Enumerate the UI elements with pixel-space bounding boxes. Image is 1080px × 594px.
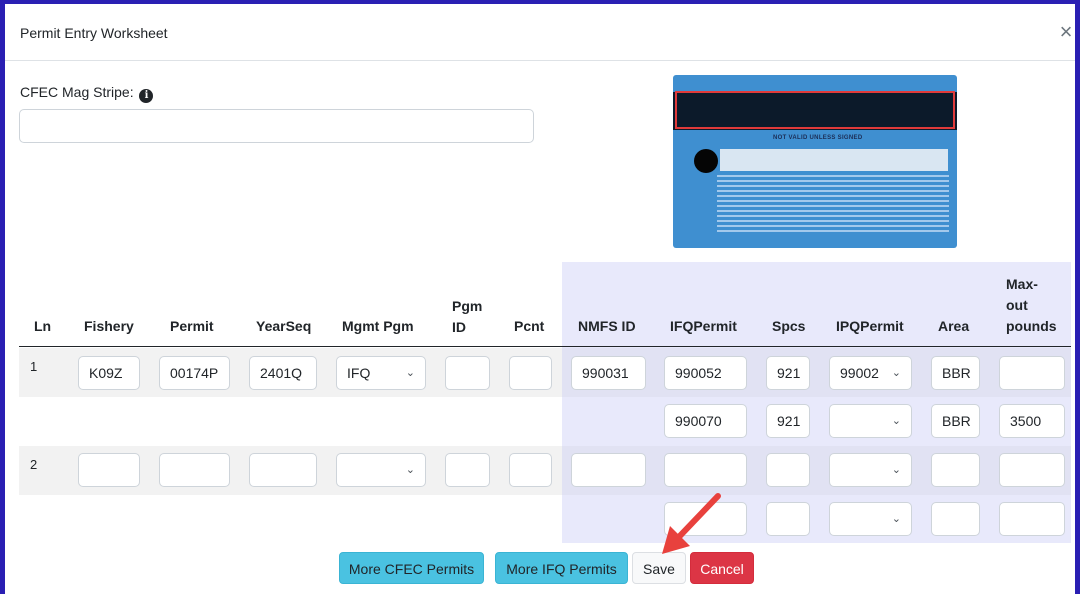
row-1b-spcs-input[interactable]: 921 <box>766 404 810 438</box>
col-fishery: Fishery <box>84 318 134 334</box>
row-2-yearseq-input[interactable] <box>249 453 317 487</box>
row-2b-spcs-input[interactable] <box>766 502 810 536</box>
row-1-pgm-id-input[interactable] <box>445 356 490 390</box>
col-ifqpermit: IFQPermit <box>670 318 737 334</box>
row-1-ifqpermit-input[interactable]: 990052 <box>664 356 747 390</box>
col-pgm-id-line1: Pgm <box>452 298 483 314</box>
row-1-ipqpermit-select[interactable]: 99002 ⌄ <box>829 356 912 390</box>
row-1-ln: 1 <box>30 359 38 374</box>
row-2-mgmt-pgm-select[interactable]: ⌄ <box>336 453 426 487</box>
row-2b-ifqpermit-input[interactable] <box>664 502 747 536</box>
chevron-down-icon: ⌄ <box>891 415 901 427</box>
close-icon[interactable]: × <box>1055 21 1077 43</box>
col-maxout: Max- out pounds <box>1006 274 1057 337</box>
row-2-pcnt-input[interactable] <box>509 453 552 487</box>
row-1-permit-input[interactable]: 00174P <box>159 356 230 390</box>
row-1-spcs-input[interactable]: 921 <box>766 356 810 390</box>
modal-header: Permit Entry Worksheet × <box>5 4 1075 61</box>
row-2-ln: 2 <box>30 457 38 472</box>
header-divider <box>19 346 1071 347</box>
row-1b-maxout-input[interactable]: 3500 <box>999 404 1065 438</box>
info-icon[interactable]: i <box>139 89 154 103</box>
signature-strip <box>720 149 948 171</box>
row-2-area-input[interactable] <box>931 453 980 487</box>
row-2b-maxout-input[interactable] <box>999 502 1065 536</box>
mag-stripe-label-text: CFEC Mag Stripe: <box>20 84 134 100</box>
row-1b-ifqpermit-input[interactable]: 990070 <box>664 404 747 438</box>
row-1-pcnt-input[interactable] <box>509 356 552 390</box>
col-permit: Permit <box>170 318 214 334</box>
card-hole <box>694 149 718 173</box>
chevron-down-icon: ⌄ <box>891 464 901 476</box>
col-ln: Ln <box>34 318 52 334</box>
mag-stripe-input[interactable] <box>19 109 534 143</box>
row-2-spcs-input[interactable] <box>766 453 810 487</box>
row-1b-area-input[interactable]: BBR <box>931 404 980 438</box>
ifq-panel <box>562 262 1071 543</box>
col-maxout-line3: pounds <box>1006 318 1057 334</box>
more-cfec-permits-button[interactable]: More CFEC Permits <box>339 552 484 584</box>
row-1-nmfs-id-input[interactable]: 990031 <box>571 356 646 390</box>
row-1-ipqpermit-value: 99002 <box>840 365 879 381</box>
col-ipqpermit: IPQPermit <box>836 318 904 334</box>
row-2-maxout-input[interactable] <box>999 453 1065 487</box>
col-nmfs-id: NMFS ID <box>578 318 636 334</box>
col-spcs: Spcs <box>772 318 806 334</box>
row-1-fishery-input[interactable]: K09Z <box>78 356 140 390</box>
more-ifq-permits-button[interactable]: More IFQ Permits <box>495 552 628 584</box>
row-2-permit-input[interactable] <box>159 453 230 487</box>
col-pgm-id: Pgm ID <box>452 296 482 338</box>
row-1-maxout-input[interactable] <box>999 356 1065 390</box>
chevron-down-icon: ⌄ <box>405 367 415 379</box>
row-2-nmfs-id-input[interactable] <box>571 453 646 487</box>
col-yearseq: YearSeq <box>256 318 312 334</box>
row-2-pgm-id-input[interactable] <box>445 453 490 487</box>
save-button[interactable]: Save <box>632 552 686 584</box>
chevron-down-icon: ⌄ <box>405 464 415 476</box>
modal-title: Permit Entry Worksheet <box>20 25 168 41</box>
col-maxout-line2: out <box>1006 297 1028 313</box>
card-fine-print <box>717 175 949 235</box>
col-area: Area <box>938 318 970 334</box>
cancel-button[interactable]: Cancel <box>690 552 754 584</box>
col-pcnt: Pcnt <box>514 318 545 334</box>
row-1-mgmt-pgm-select[interactable]: IFQ ⌄ <box>336 356 426 390</box>
chevron-down-icon: ⌄ <box>891 513 901 525</box>
row-2b-area-input[interactable] <box>931 502 980 536</box>
stripe-highlight-box <box>675 91 955 129</box>
row-2b-ipqpermit-select[interactable]: ⌄ <box>829 502 912 536</box>
row-1-yearseq-input[interactable]: 2401Q <box>249 356 317 390</box>
mag-stripe-label: CFEC Mag Stripe: i <box>20 84 154 103</box>
chevron-down-icon: ⌄ <box>891 367 901 379</box>
row-1-area-input[interactable]: BBR <box>931 356 980 390</box>
permit-card-image: NOT VALID UNLESS SIGNED <box>673 75 957 248</box>
col-maxout-line1: Max- <box>1006 276 1038 292</box>
row-2-fishery-input[interactable] <box>78 453 140 487</box>
row-1-mgmt-pgm-value: IFQ <box>347 365 371 381</box>
col-mgmt-pgm: Mgmt Pgm <box>342 318 414 334</box>
row-1b-ipqpermit-select[interactable]: ⌄ <box>829 404 912 438</box>
row-2-ifqpermit-input[interactable] <box>664 453 747 487</box>
row-2-ipqpermit-select[interactable]: ⌄ <box>829 453 912 487</box>
card-not-valid-text: NOT VALID UNLESS SIGNED <box>773 135 863 141</box>
col-pgm-id-line2: ID <box>452 319 466 335</box>
